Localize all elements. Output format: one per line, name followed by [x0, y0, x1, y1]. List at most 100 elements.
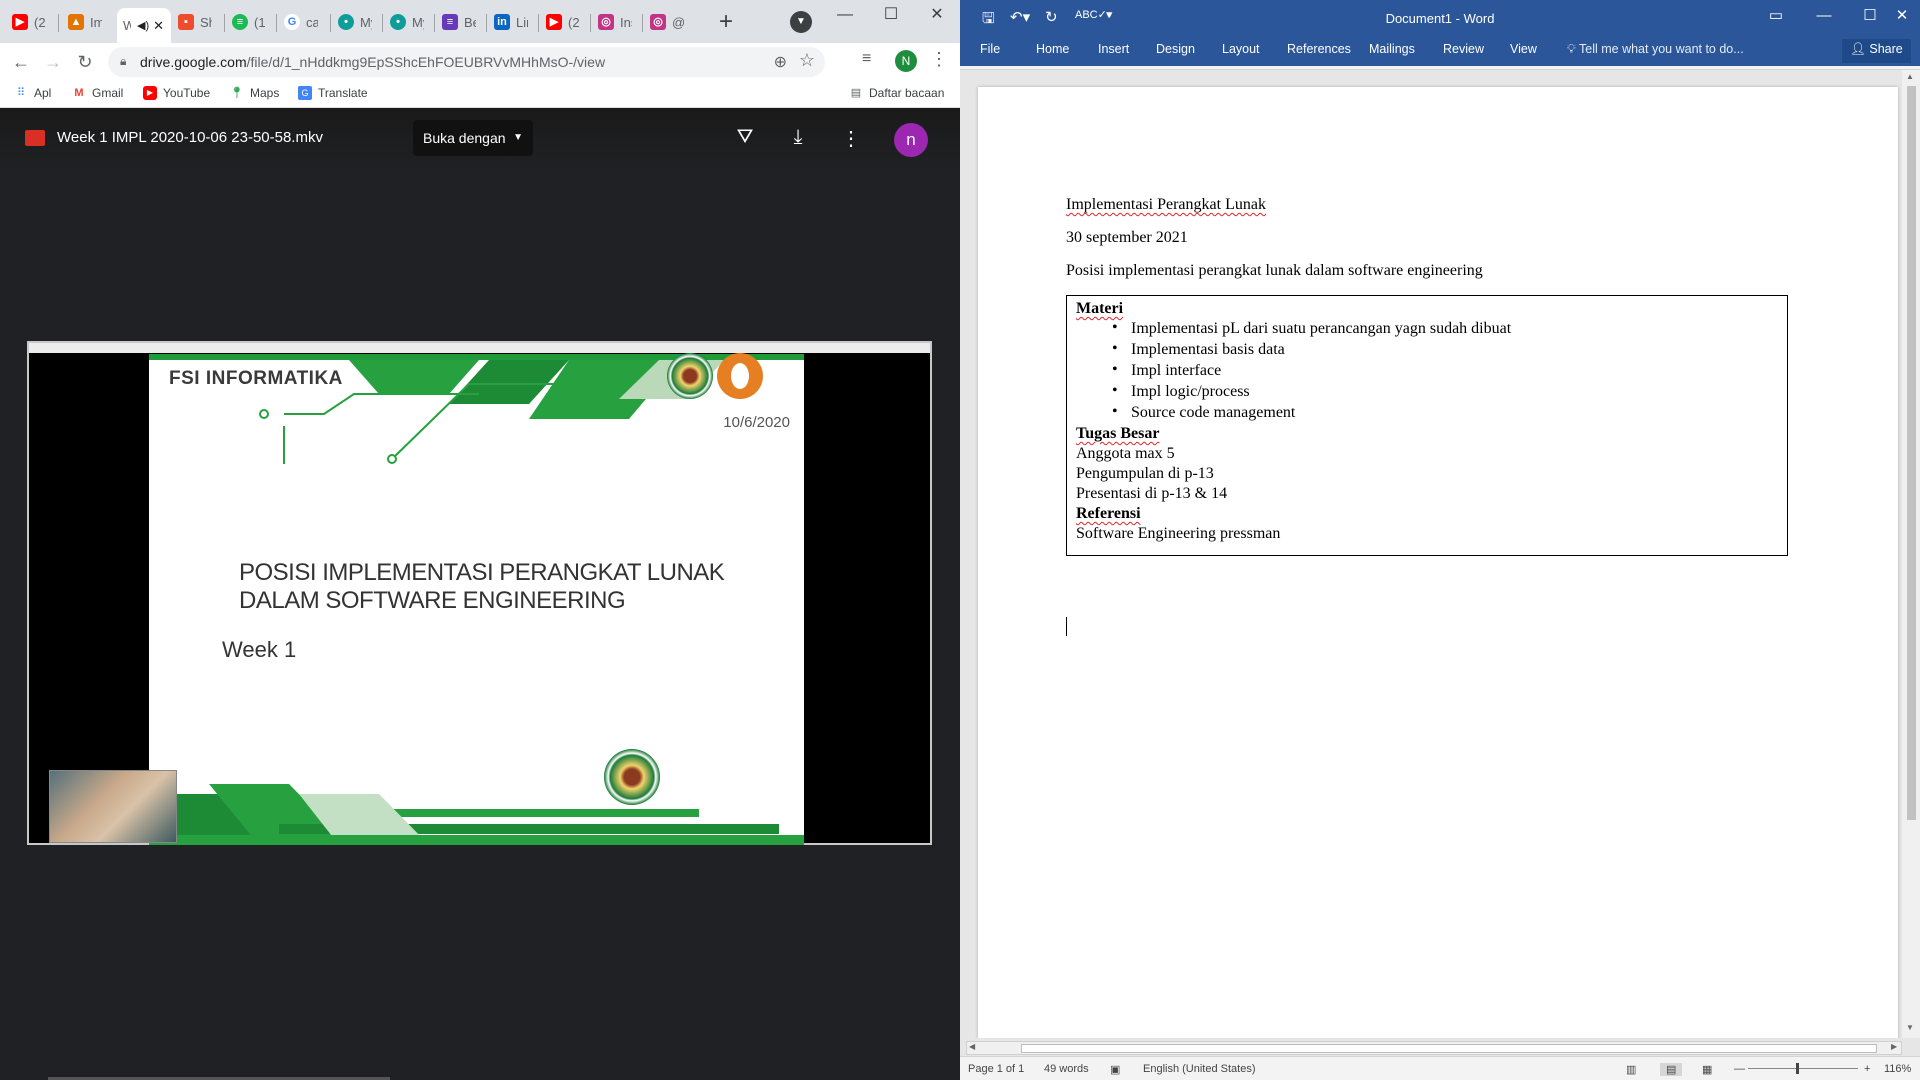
person-icon: 👤︎	[1850, 42, 1866, 56]
tab-layout[interactable]: Layout	[1222, 42, 1260, 56]
maps-icon: 📍︎	[230, 87, 244, 99]
gmail-icon: M	[74, 87, 84, 99]
slide-date: 10/6/2020	[723, 414, 790, 431]
media-control-icon[interactable]: ≡	[862, 50, 871, 68]
university-seal-icon	[604, 749, 660, 805]
print-layout-icon[interactable]: ▤	[1660, 1063, 1683, 1076]
tab-google[interactable]: Gca	[284, 8, 324, 36]
more-actions-icon[interactable]: ⋮	[837, 126, 865, 151]
document-area[interactable]: Implementasi Perangkat Lunak 30 septembe…	[960, 70, 1902, 1038]
more-menu-icon[interactable]: ⋮	[930, 49, 948, 70]
page-count[interactable]: Page 1 of 1	[968, 1063, 1024, 1075]
lock-icon[interactable]: 🔒︎	[120, 54, 126, 69]
tab-teal-1[interactable]: •My	[338, 8, 378, 36]
zoom-icon[interactable]: ⊕	[774, 52, 787, 72]
doc-title: Implementasi Perangkat Lunak	[1066, 196, 1266, 213]
close-window-button[interactable]: ✕	[914, 0, 960, 32]
read-mode-icon[interactable]: ▥	[1626, 1063, 1636, 1076]
content-box[interactable]: Materi Implementasi pL dari suatu peranc…	[1066, 295, 1788, 556]
list-item: Impl logic/process	[1112, 381, 1778, 403]
zoom-slider[interactable]	[1748, 1068, 1858, 1069]
minimize-button[interactable]: —	[822, 0, 868, 32]
slide-header: FSI INFORMATIKA	[169, 368, 343, 389]
scroll-down-icon[interactable]: ▼	[1906, 1023, 1914, 1032]
tab-view[interactable]: View	[1510, 42, 1537, 56]
instagram-icon: ◎	[598, 14, 614, 30]
tab-instagram-2[interactable]: ◎ @	[650, 8, 690, 36]
scroll-up-icon[interactable]: ▲	[1906, 72, 1914, 81]
share-label: Share	[1869, 42, 1903, 56]
tab-search-button[interactable]: ▼	[790, 11, 812, 33]
account-avatar[interactable]: n	[894, 123, 928, 157]
open-with-label: Buka dengan	[423, 130, 506, 146]
share-button[interactable]: 👤︎ Share	[1842, 39, 1911, 63]
zoom-out-button[interactable]: —	[1734, 1063, 1745, 1075]
tab-home[interactable]: Home	[1036, 42, 1069, 56]
profile-avatar[interactable]: N	[895, 50, 917, 72]
proofing-icon[interactable]: ▣	[1110, 1063, 1120, 1076]
tab-design[interactable]: Design	[1156, 42, 1195, 56]
scroll-thumb[interactable]	[1907, 86, 1916, 820]
document-body[interactable]: Implementasi Perangkat Lunak 30 septembe…	[1066, 196, 1826, 636]
bookmark-apps[interactable]: ⠿ Apl	[14, 86, 51, 100]
tab-teal-2[interactable]: •My	[390, 8, 430, 36]
bookmark-gmail[interactable]: M Gmail	[72, 86, 123, 100]
vertical-scrollbar[interactable]: ▲ ▼	[1902, 70, 1920, 1038]
tab-mailings[interactable]: Mailings	[1369, 42, 1415, 56]
tab-instagram-1[interactable]: ◎Ins	[598, 8, 638, 36]
scroll-thumb[interactable]	[1021, 1044, 1877, 1053]
zoom-level[interactable]: 116%	[1884, 1063, 1911, 1075]
text-cursor	[1066, 617, 1067, 636]
address-bar[interactable]: 🔒︎ drive.google.com/file/d/1_nHddkmg9EpS…	[108, 47, 825, 77]
close-window-button[interactable]: ✕	[1880, 4, 1920, 28]
scroll-left-icon[interactable]: ◀	[969, 1042, 975, 1051]
bookmark-star-icon[interactable]: ☆	[799, 50, 815, 71]
document-page[interactable]: Implementasi Perangkat Lunak 30 septembe…	[978, 87, 1898, 1038]
word-count[interactable]: 49 words	[1044, 1063, 1089, 1075]
bookmark-translate[interactable]: G Translate	[298, 86, 368, 100]
tab-slides[interactable]: ▪Sh	[178, 8, 218, 36]
slide-week: Week 1	[222, 637, 297, 662]
tab-references[interactable]: References	[1287, 42, 1351, 56]
back-button[interactable]: ←	[8, 49, 34, 75]
zoom-in-button[interactable]: +	[1864, 1063, 1870, 1075]
tab-image[interactable]: ▲ Im	[68, 8, 108, 36]
tab-insert[interactable]: Insert	[1098, 42, 1129, 56]
video-player[interactable]: FSI INFORMATIKA 10/6/2020 POSISI IMPLEME…	[27, 341, 932, 845]
minimize-button[interactable]: —	[1802, 4, 1846, 28]
new-tab-button[interactable]: +	[712, 9, 740, 37]
file-name: Week 1 IMPL 2020-10-06 23-50-58.mkv	[57, 129, 323, 146]
youtube-icon: ▶	[12, 14, 28, 30]
bookmark-label: YouTube	[163, 86, 211, 100]
tab-active-audio[interactable]: W ◀) ✕	[117, 8, 171, 43]
horizontal-scrollbar[interactable]: ◀ ▶	[966, 1041, 1902, 1055]
tab-youtube-1[interactable]: ▶(2…	[12, 8, 52, 36]
tab-youtube-2[interactable]: ▶(2…	[546, 8, 586, 36]
tab-green[interactable]: ≡(1…	[232, 8, 272, 36]
scroll-right-icon[interactable]: ▶	[1891, 1042, 1897, 1051]
add-to-drive-icon[interactable]: ⛛	[731, 126, 759, 149]
url-text[interactable]: drive.google.com/file/d/1_nHddkmg9EpSShc…	[140, 54, 605, 70]
tab-purple[interactable]: ≡Be	[442, 8, 482, 36]
ribbon-display-icon[interactable]: ▭	[1754, 4, 1798, 28]
language[interactable]: English (United States)	[1143, 1063, 1256, 1075]
maximize-button[interactable]: ☐	[868, 0, 914, 32]
speaker-icon[interactable]: ◀)	[137, 19, 149, 32]
reload-button[interactable]: ↻	[72, 49, 98, 75]
web-layout-icon[interactable]: ▦	[1702, 1063, 1712, 1076]
tab-close-icon[interactable]: ✕	[153, 18, 164, 34]
reading-list[interactable]: ▤ Daftar bacaan	[849, 86, 945, 100]
tugas-line: Pengumpulan di p-13	[1076, 465, 1214, 482]
forward-button[interactable]: →	[40, 49, 66, 75]
bookmark-maps[interactable]: 📍︎ Maps	[230, 86, 279, 100]
bookmark-youtube[interactable]: ▶ YouTube	[143, 86, 210, 100]
tell-me-box[interactable]: 💡︎ Tell me what you want to do...	[1567, 42, 1744, 57]
tab-file[interactable]: File	[980, 42, 1000, 56]
tab-review[interactable]: Review	[1443, 42, 1484, 56]
slide-title-line: DALAM SOFTWARE ENGINEERING	[239, 587, 626, 614]
zoom-slider-thumb[interactable]	[1796, 1063, 1799, 1074]
tab-linkedin[interactable]: inLin	[494, 8, 534, 36]
tugas-line: Anggota max 5	[1076, 445, 1175, 462]
open-with-button[interactable]: Buka dengan ▼	[413, 120, 533, 156]
download-icon[interactable]: ⤓	[784, 126, 812, 149]
